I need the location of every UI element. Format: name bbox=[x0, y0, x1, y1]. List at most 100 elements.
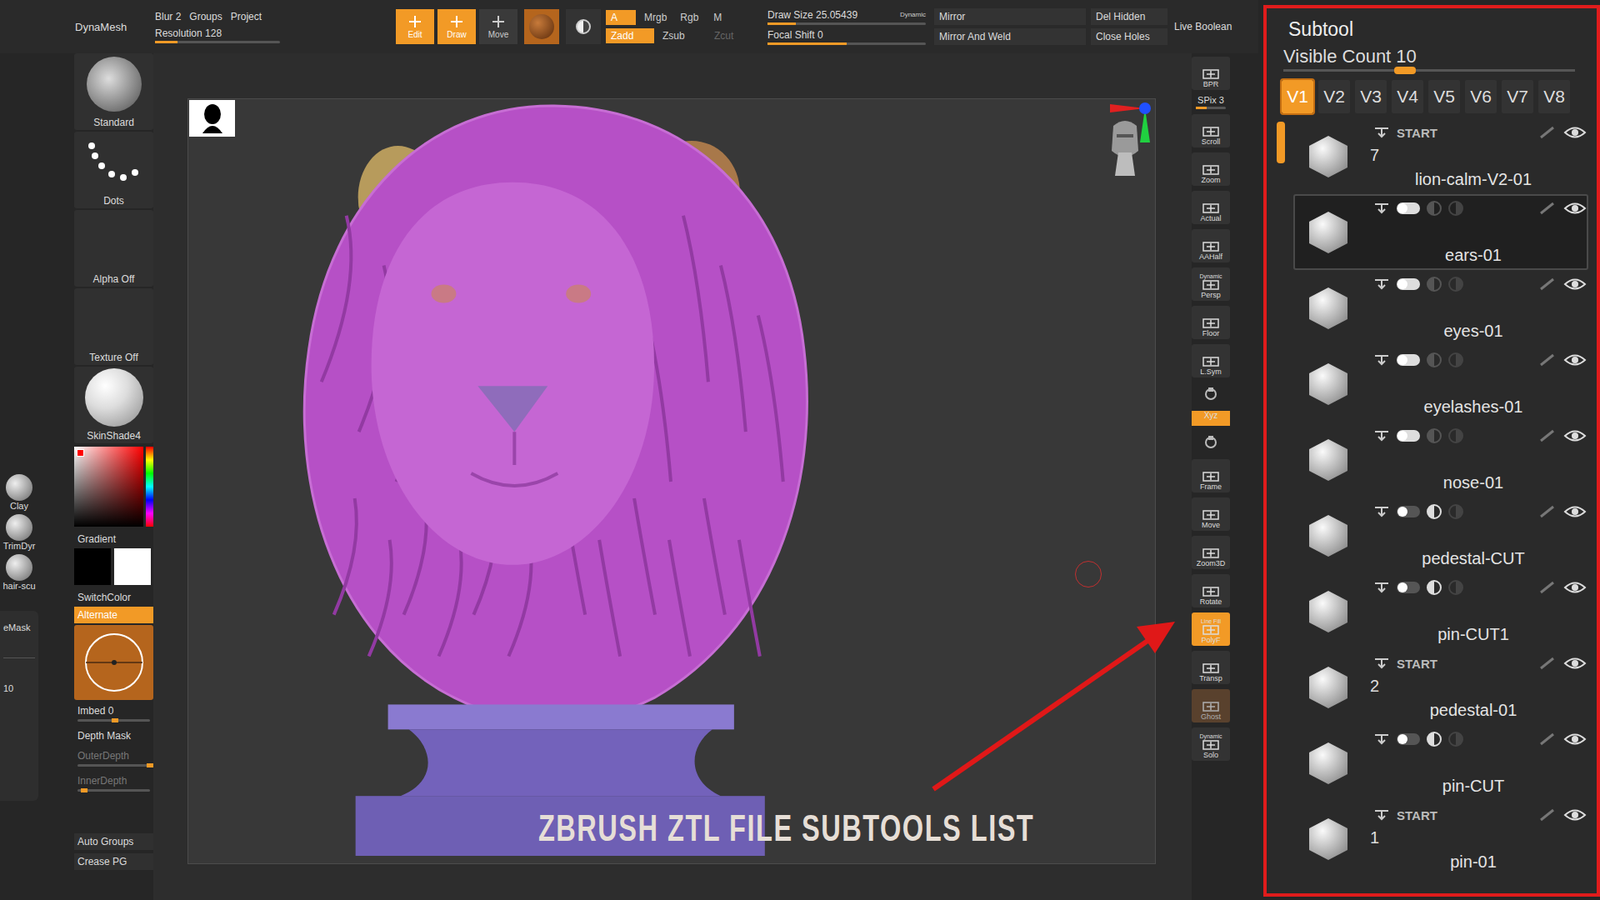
palette-tile[interactable]: Dots bbox=[74, 131, 154, 209]
add-toggle[interactable] bbox=[1396, 354, 1420, 366]
polygroup-button[interactable]: Auto Groups bbox=[74, 833, 154, 850]
depth-control[interactable]: OuterDepth bbox=[74, 746, 154, 770]
blur-slider[interactable]: Blur 2 bbox=[155, 10, 181, 23]
shelf-button[interactable]: Dynamic Persp bbox=[1191, 267, 1230, 301]
tool-mode-button[interactable]: Move bbox=[479, 9, 518, 45]
subtract-toggle[interactable] bbox=[1426, 580, 1442, 595]
render-mode-button[interactable] bbox=[565, 9, 601, 45]
shelf-button[interactable]: Floor bbox=[1191, 305, 1230, 340]
material-button[interactable] bbox=[524, 9, 560, 45]
palette-tile[interactable]: Standard bbox=[74, 53, 154, 130]
imbed-slider[interactable]: Imbed 0 bbox=[74, 701, 154, 725]
shelf-icon-button[interactable] bbox=[1191, 430, 1230, 455]
intersect-toggle[interactable] bbox=[1448, 731, 1464, 747]
project-button[interactable]: Project bbox=[230, 10, 262, 23]
color-picker[interactable] bbox=[74, 446, 154, 527]
resolution-slider[interactable]: Resolution 128 bbox=[155, 27, 280, 44]
intersect-toggle[interactable] bbox=[1448, 276, 1464, 292]
shelf-button[interactable]: Zoom bbox=[1191, 152, 1230, 186]
eye-icon[interactable] bbox=[1563, 276, 1587, 292]
eye-icon[interactable] bbox=[1563, 807, 1587, 823]
shelf-button[interactable]: Move bbox=[1191, 497, 1230, 531]
subtool-name[interactable]: ears-01 bbox=[1360, 245, 1587, 265]
eye-icon[interactable] bbox=[1563, 200, 1587, 216]
depth-control[interactable]: InnerDepth bbox=[74, 771, 154, 795]
add-toggle[interactable] bbox=[1396, 278, 1420, 290]
move-arrow-icon[interactable] bbox=[1373, 505, 1390, 518]
shelf-button[interactable]: Ghost bbox=[1191, 689, 1230, 723]
mirror-button[interactable]: Mirror bbox=[934, 8, 1086, 25]
subtool-row[interactable]: pedestal-CUT bbox=[1293, 497, 1589, 574]
channel-button[interactable]: Mrgb bbox=[639, 10, 672, 25]
subtool-name[interactable]: nose-01 bbox=[1360, 473, 1587, 493]
visible-count-slider[interactable]: Visible Count 10 bbox=[1276, 45, 1589, 72]
subtool-row[interactable]: ears-01 bbox=[1293, 194, 1589, 270]
subtool-row[interactable]: nose-01 bbox=[1293, 421, 1589, 498]
pencil-icon[interactable] bbox=[1538, 580, 1557, 595]
pencil-icon[interactable] bbox=[1538, 732, 1557, 746]
channel-button[interactable]: A bbox=[605, 10, 636, 25]
tool-mode-button[interactable]: Edit bbox=[395, 9, 435, 45]
eye-icon[interactable] bbox=[1563, 504, 1587, 520]
visibility-set-tab[interactable]: V6 bbox=[1465, 80, 1497, 114]
subtract-toggle[interactable] bbox=[1426, 731, 1442, 747]
move-arrow-icon[interactable] bbox=[1373, 202, 1390, 215]
shelf-icon-button[interactable] bbox=[1191, 382, 1230, 406]
draw-size-slider[interactable]: Draw Size 25.05439Dynamic bbox=[767, 9, 926, 25]
eye-icon[interactable] bbox=[1563, 352, 1587, 368]
visibility-set-tab[interactable]: V4 bbox=[1391, 80, 1424, 114]
sculpt-mode-button[interactable]: Zsub bbox=[657, 28, 706, 44]
pencil-icon[interactable] bbox=[1538, 353, 1557, 367]
live-boolean-button[interactable]: Live Boolean bbox=[1174, 20, 1232, 33]
move-arrow-icon[interactable] bbox=[1373, 278, 1390, 290]
sculpt-mode-button[interactable]: Zadd bbox=[605, 28, 655, 44]
pencil-icon[interactable] bbox=[1538, 201, 1557, 215]
spix-slider[interactable]: SPix 3 bbox=[1191, 95, 1230, 110]
subtool-row[interactable]: eyelashes-01 bbox=[1293, 345, 1589, 422]
visibility-set-tab[interactable]: V7 bbox=[1501, 80, 1534, 114]
pencil-icon[interactable] bbox=[1538, 125, 1557, 140]
subtool-name[interactable]: pin-01 bbox=[1360, 852, 1587, 872]
subtool-row[interactable]: START 1 pin-01 bbox=[1293, 800, 1589, 877]
palette-tile[interactable]: Texture Off bbox=[74, 288, 154, 365]
move-arrow-icon[interactable] bbox=[1373, 126, 1390, 139]
move-arrow-icon[interactable] bbox=[1373, 354, 1390, 366]
sculpt-mode-button[interactable]: Zcut bbox=[709, 28, 758, 44]
mask-value[interactable]: 10 bbox=[3, 683, 35, 694]
shelf-button[interactable]: BPR bbox=[1191, 56, 1230, 90]
add-toggle[interactable] bbox=[1396, 505, 1420, 518]
subtract-toggle[interactable] bbox=[1426, 352, 1442, 368]
visibility-set-tab[interactable]: V8 bbox=[1538, 80, 1570, 114]
shelf-toggle[interactable]: Xyz bbox=[1191, 410, 1230, 426]
quick-brush[interactable]: hair-scu bbox=[0, 554, 39, 591]
shelf-button[interactable]: Scroll bbox=[1191, 114, 1230, 148]
geometry-button[interactable]: Del Hidden bbox=[1090, 8, 1168, 25]
eye-icon[interactable] bbox=[1563, 580, 1587, 595]
quick-brush[interactable]: Clay bbox=[0, 474, 39, 511]
add-toggle[interactable] bbox=[1396, 581, 1420, 594]
intersect-toggle[interactable] bbox=[1448, 428, 1464, 444]
subtool-row[interactable]: START 7 lion-calm-V2-01 bbox=[1293, 118, 1589, 195]
subtool-title[interactable]: Subtool bbox=[1276, 8, 1589, 46]
shelf-button[interactable]: Rotate bbox=[1191, 574, 1230, 608]
channel-button[interactable]: Rgb bbox=[675, 10, 705, 25]
gradient-label[interactable]: Gradient bbox=[74, 528, 154, 547]
move-arrow-icon[interactable] bbox=[1373, 809, 1390, 821]
subtool-row[interactable]: START 2 pedestal-01 bbox=[1293, 649, 1589, 725]
silhouette-icon[interactable] bbox=[189, 100, 235, 137]
viewport-canvas[interactable]: ZBRUSH ZTL FILE SUBTOOLS LIST bbox=[187, 98, 1156, 865]
secondary-color-swatch[interactable] bbox=[74, 548, 111, 585]
shelf-button[interactable]: Transp bbox=[1191, 650, 1230, 685]
polygroup-button[interactable]: Crease PG bbox=[74, 853, 154, 870]
dynamesh-button[interactable]: DynaMesh bbox=[0, 20, 155, 34]
subtool-name[interactable]: pedestal-01 bbox=[1360, 700, 1587, 720]
shelf-button[interactable]: Zoom3D bbox=[1191, 535, 1230, 570]
axis-gizmo-icon[interactable] bbox=[1103, 100, 1154, 210]
palette-tile[interactable]: SkinShade4 bbox=[74, 366, 154, 444]
add-toggle[interactable] bbox=[1396, 733, 1420, 745]
eye-icon[interactable] bbox=[1563, 731, 1587, 747]
focal-shift-slider[interactable]: Focal Shift 0 bbox=[767, 29, 926, 45]
subtool-row[interactable]: pin-CUT bbox=[1293, 725, 1589, 801]
intersect-toggle[interactable] bbox=[1448, 580, 1464, 595]
shelf-button[interactable]: Line Fill PolyF bbox=[1191, 612, 1230, 646]
